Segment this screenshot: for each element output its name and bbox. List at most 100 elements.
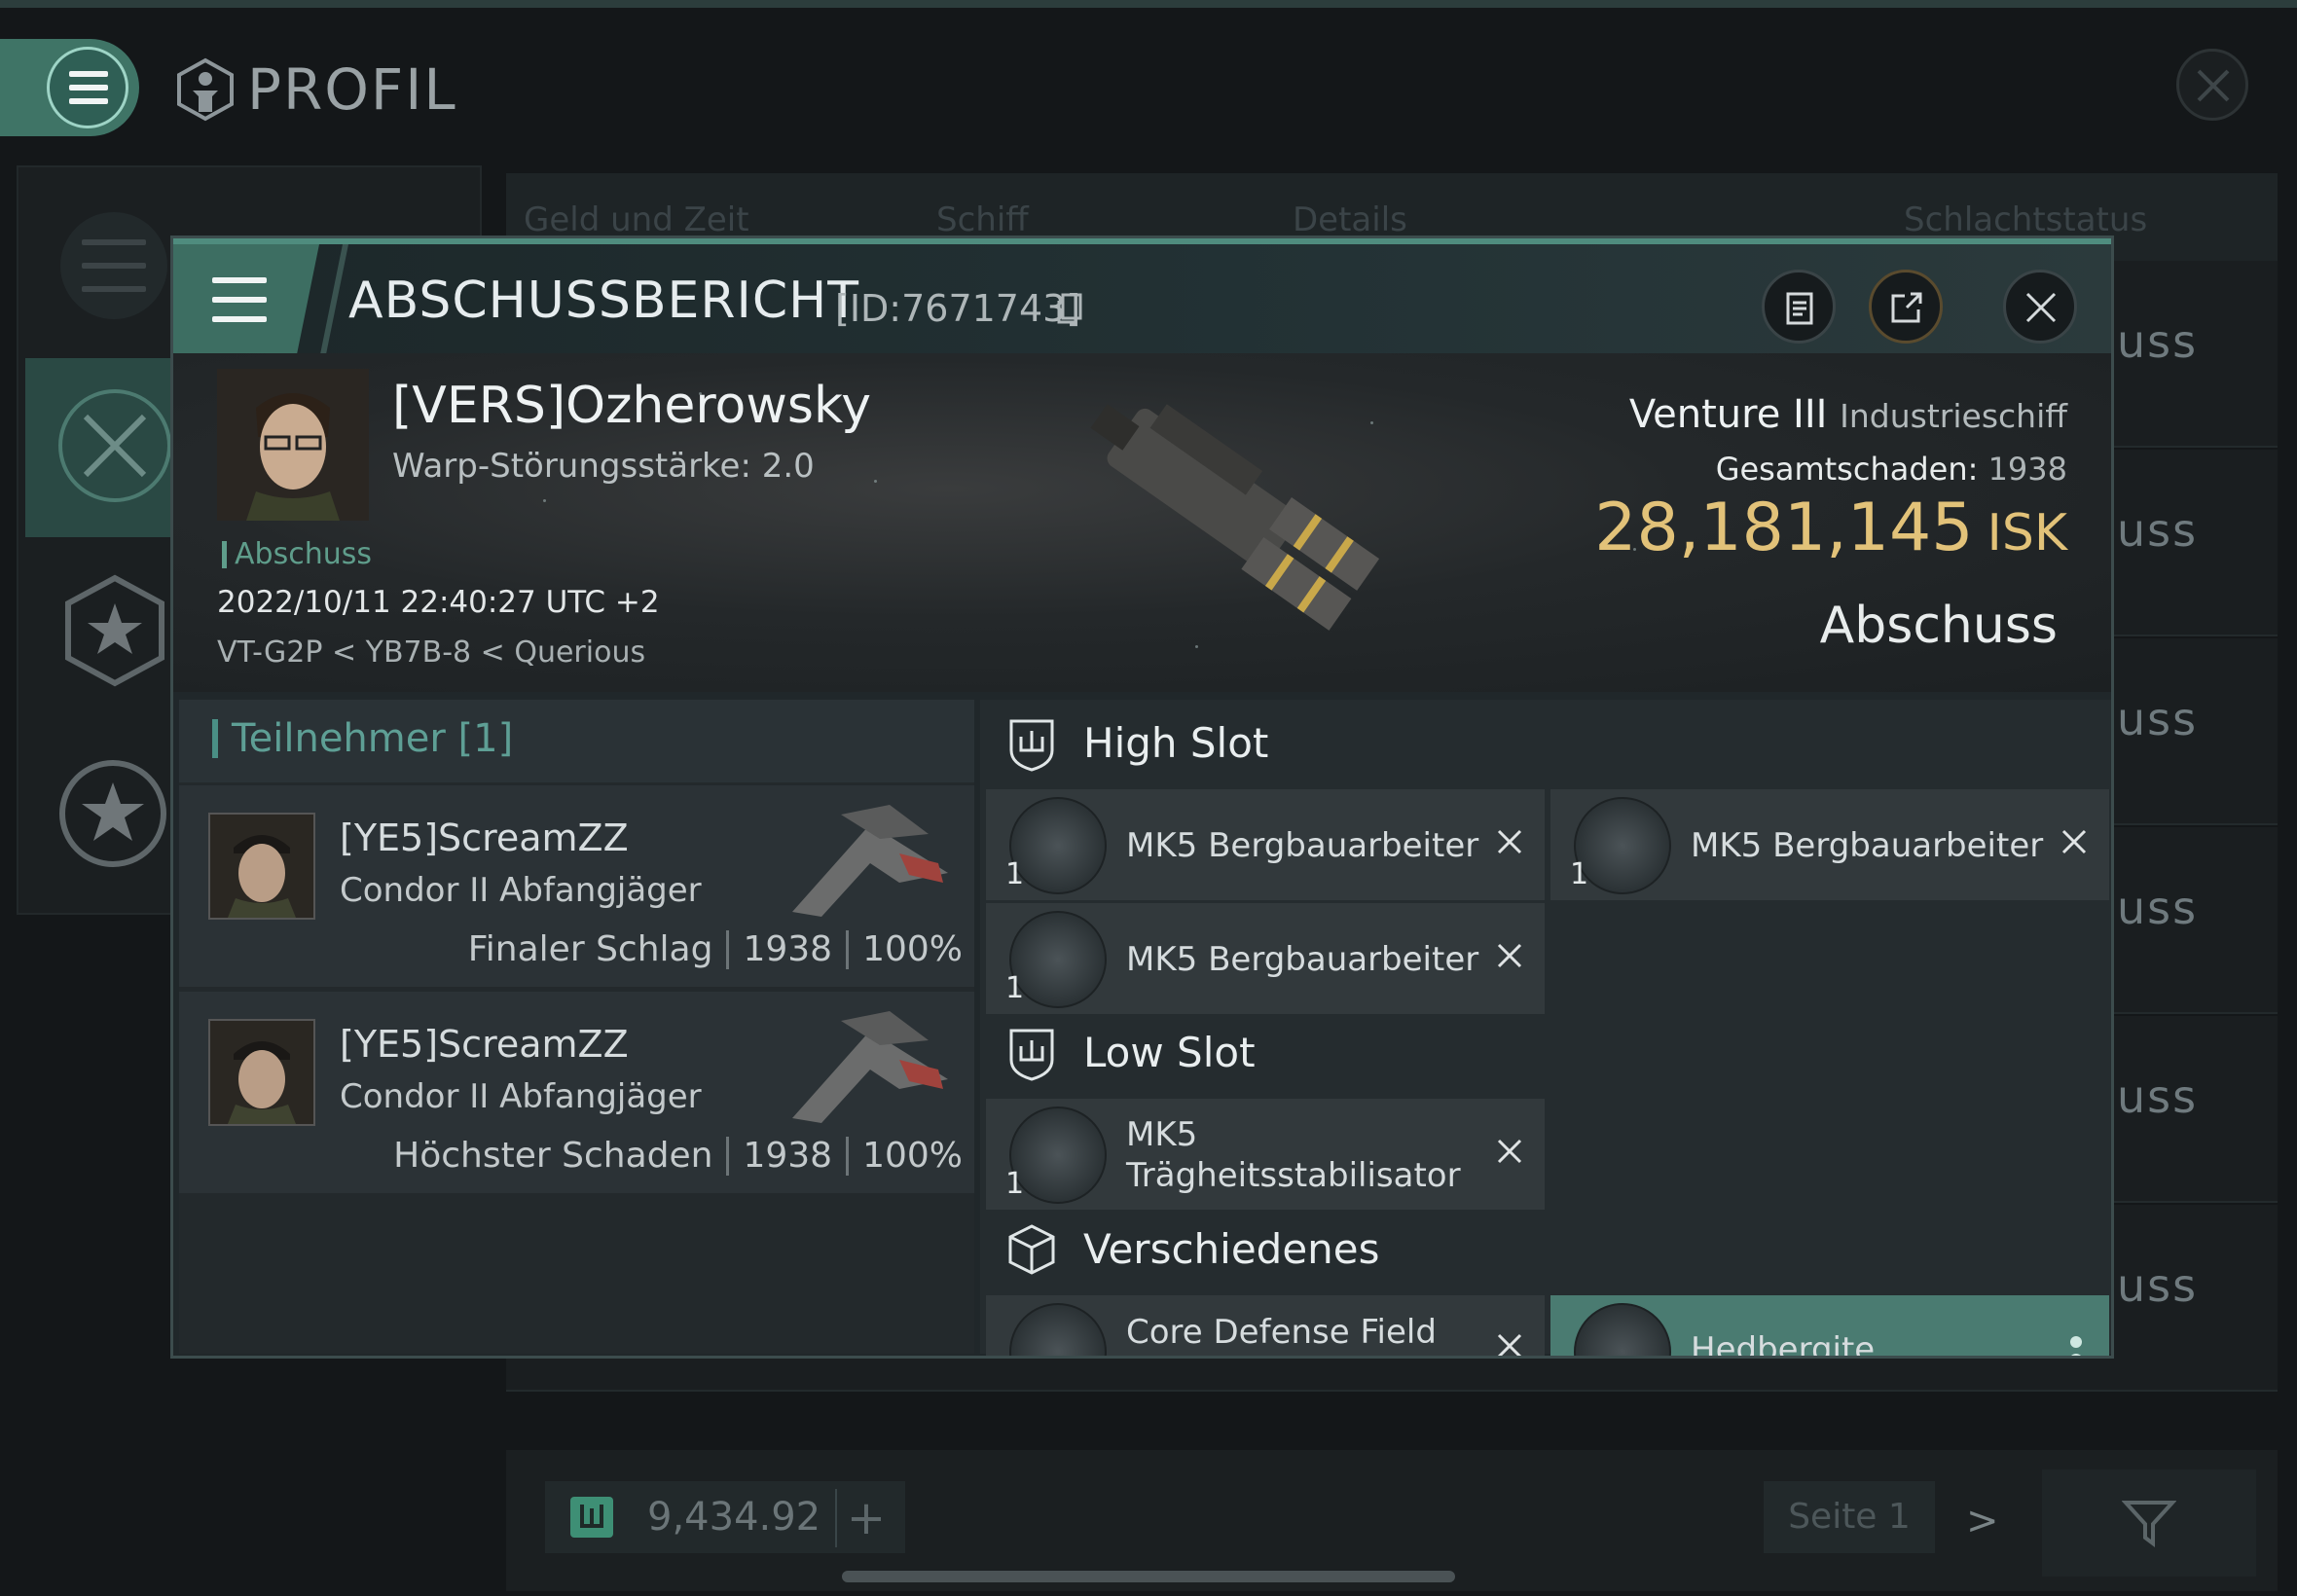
module-qty: 1 [1005,857,1025,891]
module-item[interactable]: 1 MK5 Bergbauarbeiter [1550,789,2109,900]
isk-value: 28,181,145 ISK [1594,490,2067,566]
filter-icon [2122,1501,2176,1547]
close-profile-button[interactable] [2176,49,2248,121]
participant-percent: 100% [862,929,963,969]
core-defense-field-icon [1009,1303,1107,1356]
module-qty: 1 [1005,1167,1025,1201]
destroyed-x-icon [1497,829,1522,854]
participants-panel: Teilnehmer [1] [YE5]ScreamZZ Condor II A… [179,700,974,1354]
close-icon [2197,69,2230,102]
kill-location[interactable]: VT-G2P < YB7B-8 < Querious [217,635,645,670]
kill-report-modal: ABSCHUSSBERICHT [ID:7671743] [VERS]Ozher… [170,236,2114,1359]
victim-hero: [VERS]Ozherowsky Warp-Störungsstärke: 2.… [173,353,2111,692]
victim-avatar[interactable] [217,369,369,521]
module-name: MK5 Bergbauarbeiter [1126,940,1479,979]
participant-row[interactable]: [YE5]ScreamZZ Condor II Abfangjäger Fina… [179,785,974,990]
destroyed-x-icon [1497,943,1522,968]
module-name: MK5 Bergbauarbeiter [1691,826,2044,865]
copy-id-icon[interactable] [1057,293,1082,324]
module-qty: 1 [1005,971,1025,1005]
participant-damage: 1938 [743,1136,833,1176]
participant-avatar [208,1019,315,1126]
low-slot-icon [1009,1029,1054,1081]
add-funds-button[interactable]: + [835,1489,895,1547]
kill-type-tag: Abschuss [222,540,372,569]
participant-ship-image [792,1011,948,1123]
kill-id: [ID:7671743] [835,287,1081,330]
wallet-widget: 9,434.92 + [545,1481,905,1553]
fitting-panel: High Slot 1 MK5 Bergbauarbeiter 1 MK5 Be… [980,700,2111,1356]
victim-name[interactable]: [VERS]Ozherowsky [392,377,871,435]
participant-stats: Finaler Schlag 1938 100% [468,929,963,969]
profile-icon [177,57,234,122]
cargo-box-icon [1008,1224,1055,1275]
participant-ship: Condor II Abfangjäger [340,1077,702,1116]
star-medal-icon[interactable] [55,755,171,872]
participant-ship: Condor II Abfangjäger [340,871,702,910]
participant-name: [YE5]ScreamZZ [340,816,629,859]
module-name: MK5 Trägheitsstabilisator [1126,1115,1461,1195]
dropped-person-icon [2070,1336,2082,1356]
module-item[interactable]: 1 MK5 Bergbauarbeiter [986,789,1545,900]
high-slot-header: High Slot [980,700,2111,789]
destroyed-x-icon [2061,829,2087,854]
participant-percent: 100% [862,1136,963,1176]
ore-icon [1574,1303,1671,1356]
col-money-time: Geld und Zeit [524,200,749,239]
participant-role: Finaler Schlag [467,929,713,969]
misc-header: Verschiedenes [980,1206,2111,1295]
top-edge [0,0,2297,8]
module-name: Hedbergite [1691,1330,1876,1359]
modal-title: ABSCHUSSBERICHT [348,272,859,330]
modal-header: ABSCHUSSBERICHT [ID:7671743] [173,238,2111,359]
kill-datetime: 2022/10/11 22:40:27 UTC +2 [217,585,660,620]
wallet-amount: 9,434.92 [647,1495,821,1540]
page-title: PROFIL [173,51,457,128]
destroyed-x-icon [1497,1333,1522,1356]
close-icon [2025,292,2057,323]
participant-avatar [208,813,315,920]
participant-stats: Höchster Schaden 1938 100% [393,1136,963,1176]
total-damage-value: 1938 [1987,451,2067,488]
high-slot-icon [1009,719,1054,772]
share-button[interactable] [1869,270,1943,344]
home-indicator [842,1571,1455,1582]
hamburger-icon [69,71,108,104]
swords-icon [58,389,171,502]
destroyed-x-icon [1497,1139,1522,1164]
participant-role: Höchster Schaden [393,1136,713,1176]
participant-ship-image [792,805,948,917]
col-details: Details [1293,200,1407,239]
victim-ship-image [1090,404,1380,631]
page-indicator: Seite 1 [1764,1481,1935,1553]
wallet-icon [570,1497,613,1538]
ship-class: Industrieschiff [1840,397,2067,435]
main-menu-button[interactable] [0,39,139,136]
participants-header: Teilnehmer [1] [179,700,974,782]
participant-name: [YE5]ScreamZZ [340,1023,629,1066]
kill-result-label: Abschuss [1819,597,2058,655]
module-item[interactable]: 1 MK5 Bergbauarbeiter [986,903,1545,1014]
next-page-button[interactable]: > [1966,1499,1999,1543]
module-item[interactable]: Hedbergite [1550,1295,2109,1359]
module-name: Core Defense Field [1126,1313,1437,1352]
clipboard-icon [1786,292,1813,325]
share-icon [1891,292,1922,323]
ship-name-line[interactable]: Venture III Industrieschiff [1629,392,2067,437]
low-slot-header: Low Slot [980,1009,2111,1099]
sidebar-list-icon[interactable] [60,212,167,319]
module-item[interactable]: 1 MK5 Trägheitsstabilisator [986,1099,1545,1210]
star-badge-icon[interactable] [56,572,173,689]
close-modal-button[interactable] [2003,270,2077,344]
participant-row[interactable]: [YE5]ScreamZZ Condor II Abfangjäger Höch… [179,992,974,1196]
module-qty: 1 [1570,857,1589,891]
module-name: MK5 Bergbauarbeiter [1126,826,1479,865]
module-item[interactable]: Core Defense Field [986,1295,1545,1356]
modal-menu-button[interactable] [173,244,319,359]
ship-name: Venture III [1628,392,1828,437]
col-battle-status: Schlachtstatus [1904,200,2148,239]
total-damage: Gesamtschaden: 1938 [1715,451,2067,488]
hamburger-icon [212,277,267,322]
filter-button[interactable] [2042,1469,2256,1577]
report-button[interactable] [1762,270,1836,344]
